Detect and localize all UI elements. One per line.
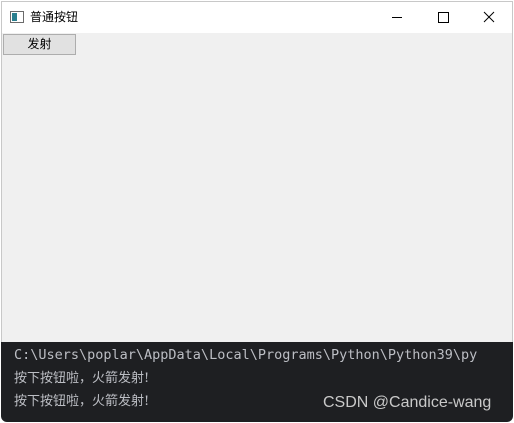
app-window: 普通按钮 发射	[1, 1, 513, 342]
close-icon	[483, 11, 495, 23]
maximize-icon	[438, 12, 449, 23]
title-bar[interactable]: 普通按钮	[2, 2, 512, 33]
minimize-icon	[392, 17, 402, 18]
console-path: C:\Users\poplar\AppData\Local\Programs\P…	[14, 347, 478, 363]
maximize-button[interactable]	[420, 2, 466, 33]
console-line: 按下按钮啦，火箭发射!	[14, 394, 150, 409]
watermark: CSDN @Candice-wang	[323, 394, 492, 411]
window-title: 普通按钮	[30, 10, 79, 24]
app-icon	[10, 11, 24, 23]
minimize-button[interactable]	[374, 2, 420, 33]
console-output: C:\Users\poplar\AppData\Local\Programs\P…	[1, 342, 513, 422]
close-button[interactable]	[466, 2, 512, 33]
fire-button[interactable]: 发射	[3, 34, 76, 55]
console-line: 按下按钮啦，火箭发射!	[14, 371, 150, 386]
